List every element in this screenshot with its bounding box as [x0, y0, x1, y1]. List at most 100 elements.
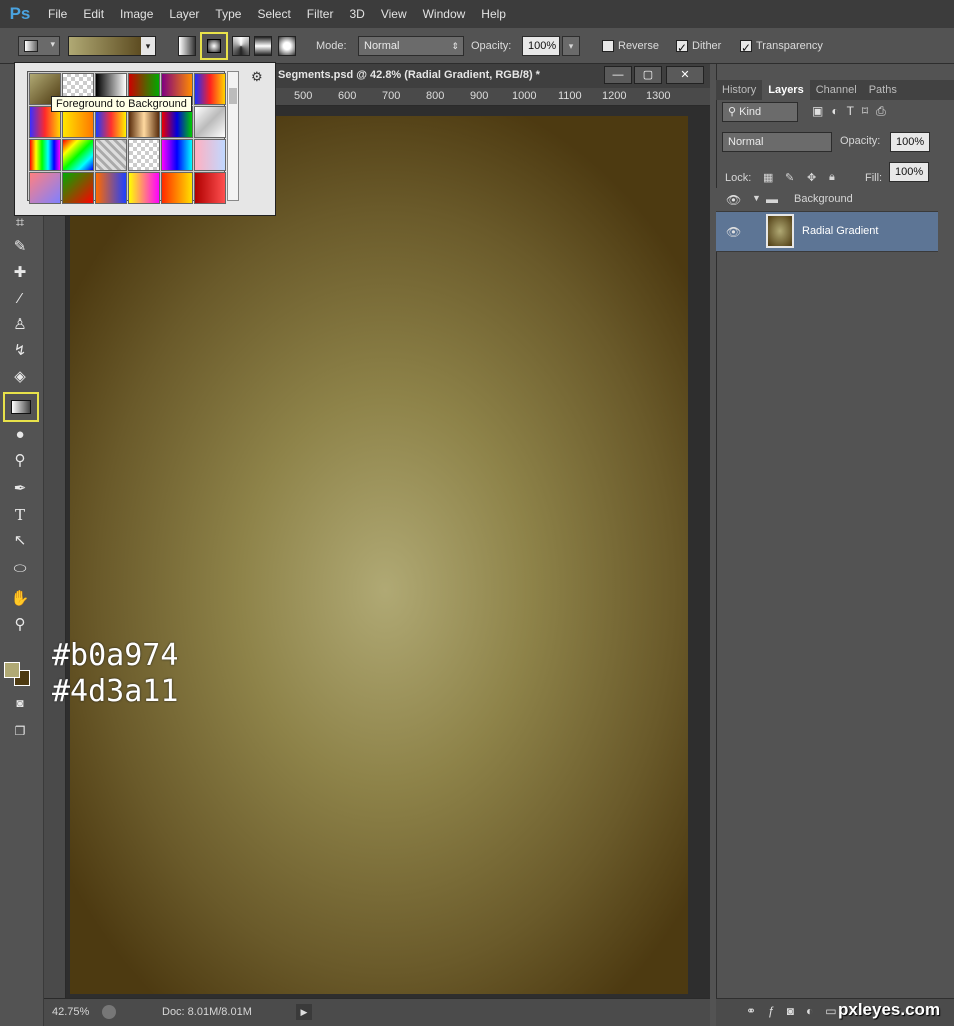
menu-file[interactable]: File [40, 0, 75, 28]
mode-value: Normal [364, 40, 400, 52]
menu-edit[interactable]: Edit [75, 0, 112, 28]
lock-position-icon[interactable]: ✥ [807, 171, 816, 184]
close-button[interactable]: ✕ [666, 66, 704, 84]
kind-label: Kind [739, 106, 762, 118]
diamond-gradient-button[interactable] [278, 36, 296, 56]
gradient-swatch[interactable] [161, 139, 193, 171]
menu-window[interactable]: Window [415, 0, 474, 28]
tab-layers[interactable]: Layers [762, 80, 810, 100]
gradient-swatch[interactable] [62, 172, 94, 204]
gradient-swatch[interactable] [194, 73, 226, 105]
panel-opacity-input[interactable]: 100% [890, 132, 930, 152]
zoom-tool-icon[interactable]: ⚲ [8, 614, 32, 636]
quick-mask-icon[interactable]: ◙ [8, 692, 32, 714]
menu-select[interactable]: Select [249, 0, 298, 28]
disclosure-triangle-icon[interactable]: ▼ [752, 193, 761, 203]
tab-history[interactable]: History [716, 80, 762, 100]
gradient-swatch[interactable] [161, 172, 193, 204]
blend-mode-dropdown[interactable]: Normal [722, 132, 832, 152]
lock-pixels-icon[interactable]: ✎ [785, 171, 794, 184]
gradient-swatch[interactable] [29, 172, 61, 204]
color-annotation: #b0a974 #4d3a11 [52, 638, 178, 710]
gradient-swatch[interactable] [194, 139, 226, 171]
eye-icon[interactable]: 👁︎ [726, 225, 741, 239]
menu-image[interactable]: Image [112, 0, 161, 28]
healing-brush-tool-icon[interactable]: ✚ [8, 262, 32, 284]
screen-mode-icon[interactable]: ❐ [8, 720, 32, 742]
canvas[interactable] [70, 116, 688, 994]
gradient-swatch[interactable] [194, 172, 226, 204]
tool-preset-picker[interactable]: ▾ [18, 36, 60, 56]
gradient-editor-swatch[interactable]: ▾ [68, 36, 156, 56]
tab-channel[interactable]: Channel [810, 80, 863, 100]
scrollbar-thumb[interactable] [229, 88, 237, 104]
eye-icon[interactable]: 👁︎ [726, 193, 741, 207]
mode-dropdown[interactable]: Normal ⇕ [358, 36, 464, 56]
foreground-hex-label: #b0a974 [52, 638, 179, 673]
reverse-checkbox[interactable] [602, 40, 614, 53]
tab-paths[interactable]: Paths [863, 80, 903, 100]
reverse-option[interactable]: Reverse [602, 36, 659, 56]
opacity-input[interactable]: 100% [522, 36, 560, 56]
hand-tool-icon[interactable]: ✋ [8, 588, 32, 610]
history-brush-tool-icon[interactable]: ↯ [8, 340, 32, 362]
radial-gradient-button[interactable] [200, 32, 228, 60]
gradient-swatch[interactable] [95, 139, 127, 171]
dodge-tool-icon[interactable]: ⚲ [8, 450, 32, 472]
picker-scrollbar[interactable] [227, 71, 239, 201]
menu-help[interactable]: Help [473, 0, 514, 28]
transparency-checkbox[interactable] [740, 38, 752, 58]
vertical-ruler [44, 106, 66, 998]
blur-tool-icon[interactable]: ● [8, 424, 32, 446]
maximize-button[interactable]: ▢ [634, 66, 662, 84]
gradient-picker-popup: ⚙ Foreground to Background [14, 62, 276, 216]
brush-tool-icon[interactable]: ⁄ [8, 288, 32, 310]
gradient-swatch[interactable] [194, 106, 226, 138]
opacity-slider-toggle[interactable]: ▾ [562, 36, 580, 56]
pen-tool-icon[interactable]: ✒ [8, 478, 32, 500]
gradient-swatch[interactable] [128, 172, 160, 204]
reflected-gradient-button[interactable] [254, 36, 272, 56]
foreground-color-swatch[interactable] [4, 662, 20, 678]
menu-view[interactable]: View [373, 0, 415, 28]
gradient-swatch[interactable] [29, 139, 61, 171]
path-selection-tool-icon[interactable]: ↖ [8, 530, 32, 552]
layer-actions-icons[interactable]: ⚭ƒ◙◐▭ [746, 1004, 849, 1018]
menu-layer[interactable]: Layer [161, 0, 207, 28]
type-tool-icon[interactable]: T [8, 504, 32, 526]
status-menu-arrow-icon[interactable]: ▶ [296, 1004, 312, 1020]
angle-gradient-button[interactable] [232, 36, 250, 56]
chevron-down-icon[interactable]: ▾ [141, 37, 155, 55]
minimize-button[interactable]: — [604, 66, 632, 84]
ellipse-tool-icon[interactable]: ⬭ [8, 558, 32, 580]
chevron-down-icon: ▾ [50, 39, 55, 49]
gear-icon[interactable]: ⚙ [251, 69, 263, 85]
gradient-swatch[interactable] [128, 139, 160, 171]
document-tab[interactable]: Segments.psd @ 42.8% (Radial Gradient, R… [270, 64, 710, 88]
dither-option[interactable]: Dither [676, 36, 722, 58]
gradient-swatch[interactable] [62, 139, 94, 171]
dither-checkbox[interactable] [676, 38, 688, 58]
fill-input[interactable]: 100% [889, 162, 929, 182]
status-info-icon[interactable] [102, 1005, 116, 1019]
eyedropper-tool-icon[interactable]: ✎ [8, 236, 32, 258]
menu-bar: Ps File Edit Image Layer Type Select Fil… [0, 0, 954, 28]
layer-group-row[interactable]: 👁︎ ▼ ▬ Background [716, 188, 938, 212]
zoom-level[interactable]: 42.75% [52, 1006, 89, 1018]
menu-type[interactable]: Type [207, 0, 249, 28]
menu-3d[interactable]: 3D [341, 0, 372, 28]
clone-stamp-tool-icon[interactable]: ♙ [8, 314, 32, 336]
gradient-tool-button[interactable] [3, 392, 39, 422]
dither-label: Dither [692, 40, 722, 52]
gradient-swatch[interactable] [95, 172, 127, 204]
transparency-option[interactable]: Transparency [740, 36, 823, 58]
kind-filter-dropdown[interactable]: ⚲ Kind [722, 102, 798, 122]
linear-gradient-button[interactable] [178, 36, 196, 56]
layer-filter-icons[interactable]: ▣◐T⌑⎙ [812, 104, 894, 119]
menu-filter[interactable]: Filter [299, 0, 342, 28]
lock-all-icon[interactable]: 🔒︎ [829, 171, 835, 184]
eraser-tool-icon[interactable]: ◈ [8, 366, 32, 388]
layer-row-selected[interactable]: 👁︎ Radial Gradient [716, 212, 938, 252]
lock-transparent-icon[interactable]: ▦ [763, 171, 773, 184]
swatch-tooltip: Foreground to Background [51, 96, 192, 112]
